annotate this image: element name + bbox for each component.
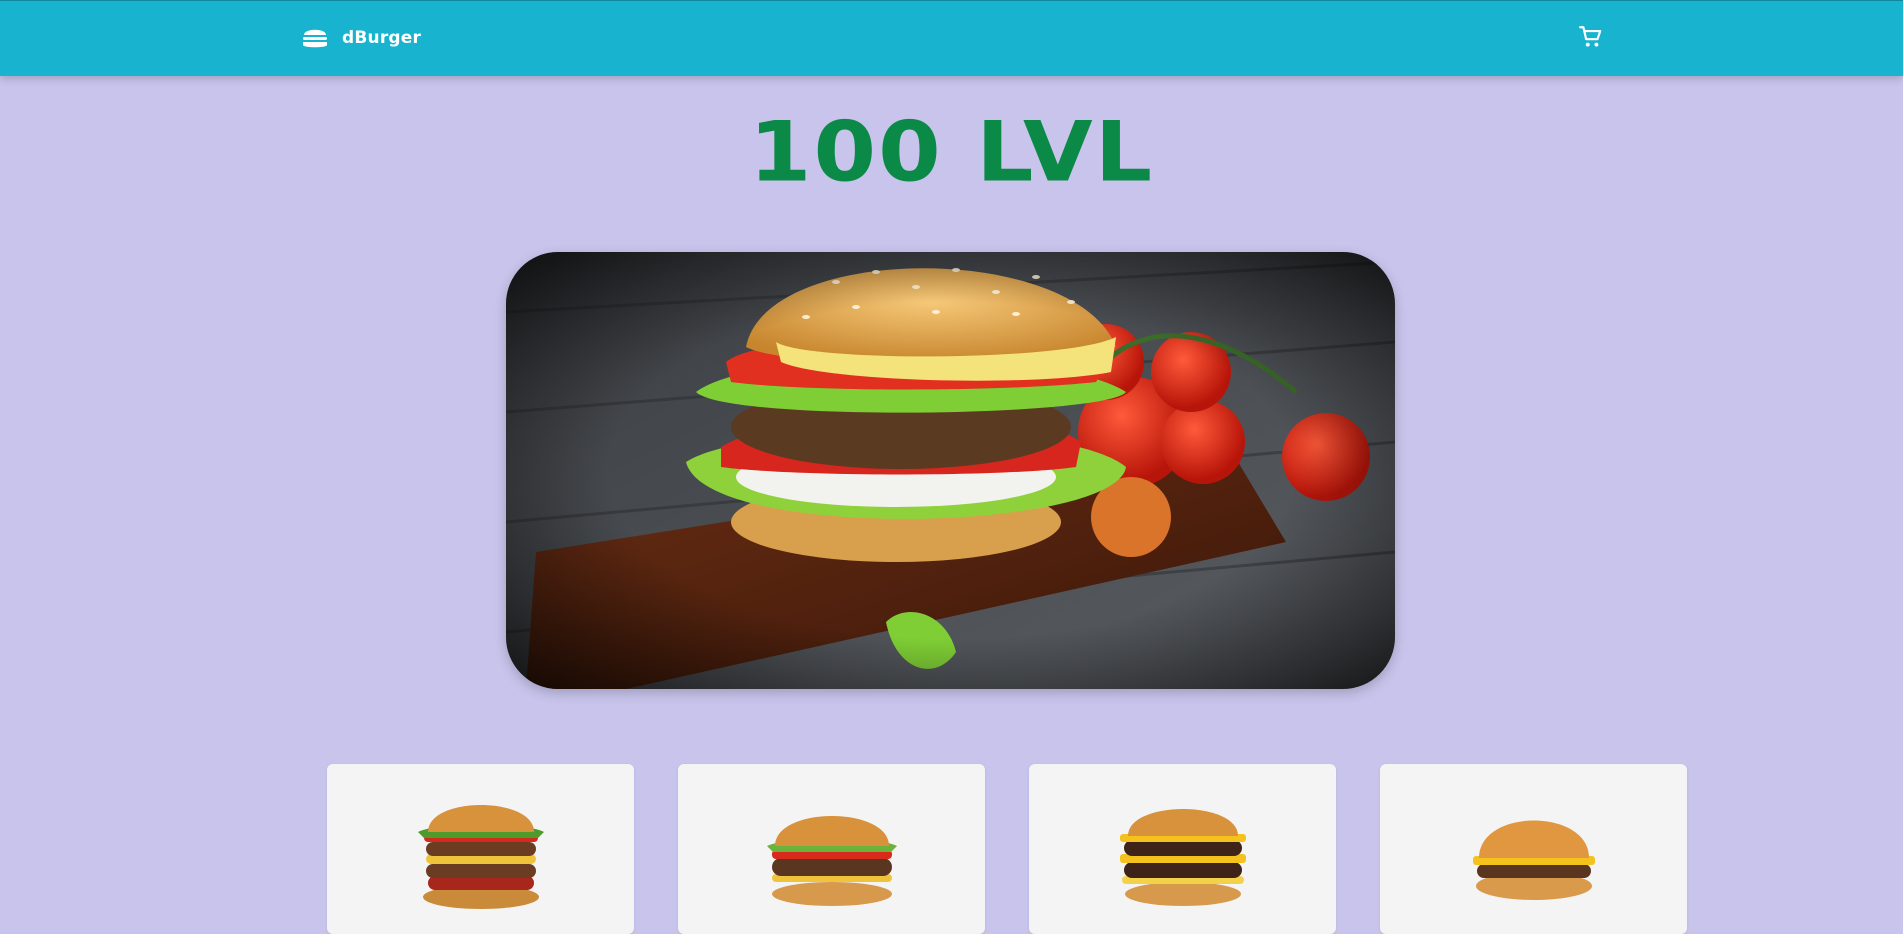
brand-link[interactable]: dBurger [301, 25, 421, 51]
navbar: dBurger [0, 0, 1903, 76]
shopping-cart-icon[interactable] [1578, 24, 1604, 50]
cheeseburger-image [1472, 820, 1595, 900]
product-list [327, 764, 1687, 934]
product-card[interactable] [678, 764, 985, 934]
product-card[interactable] [327, 764, 634, 934]
hero-burger-image [506, 252, 1395, 689]
product-card[interactable] [1380, 764, 1687, 934]
hero-title: 100 LVL [748, 104, 1155, 201]
product-card[interactable] [1029, 764, 1336, 934]
classic-beef-burger-image [766, 816, 897, 906]
double-cheeseburger-image [1119, 809, 1246, 906]
brand-name: dBurger [342, 28, 422, 48]
triple-bacon-burger-image [417, 805, 544, 909]
burger-icon [303, 29, 327, 48]
